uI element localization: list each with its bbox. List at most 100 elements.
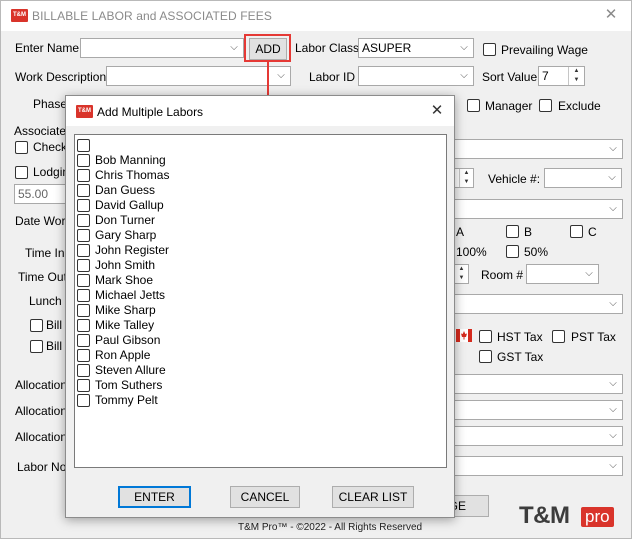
spin-down-icon[interactable]: ▼ [569, 76, 584, 85]
spinner-buttons[interactable]: ▲ ▼ [459, 169, 473, 187]
prevailing-wage-checkbox[interactable] [483, 43, 496, 56]
lodging-checkbox[interactable] [15, 166, 28, 179]
c-checkbox[interactable] [570, 225, 583, 238]
b-checkbox[interactable] [506, 225, 519, 238]
canada-flag-icon [456, 329, 472, 342]
list-item-label: Michael Jetts [95, 288, 166, 302]
list-item-checkbox[interactable] [77, 139, 90, 152]
list-item-checkbox[interactable] [77, 334, 90, 347]
associated-label: Associated [14, 124, 73, 138]
sort-value-spinner[interactable]: 7 ▲ ▼ [538, 66, 585, 86]
list-item-checkbox[interactable] [77, 289, 90, 302]
chevron-down-icon: ⌵ [585, 268, 593, 279]
list-item-label: John Register [95, 243, 170, 257]
time-in-label: Time In [25, 246, 65, 260]
list-item-checkbox[interactable] [77, 169, 90, 182]
date-work-combo[interactable]: ⌵ [449, 199, 623, 219]
labor-id-combo[interactable]: ⌵ [358, 66, 474, 86]
list-item-label: Dan Guess [95, 183, 156, 197]
associated-combo[interactable]: ⌵ [449, 139, 623, 159]
list-item-checkbox[interactable] [77, 319, 90, 332]
close-icon[interactable]: ✕ [426, 100, 448, 122]
enter-button[interactable]: ENTER [118, 486, 191, 508]
list-item-label: Bob Manning [95, 153, 166, 167]
footer-text: T&M Pro™ - ©2022 - All Rights Reserved [238, 522, 423, 533]
vehicle-combo[interactable]: ⌵ [544, 168, 622, 188]
allocation-combo-3[interactable]: ⌵ [449, 426, 623, 446]
manager-label: Manager [485, 99, 533, 113]
list-item-checkbox[interactable] [77, 259, 90, 272]
allocation-combo-2[interactable]: ⌵ [449, 400, 623, 420]
window-title: BILLABLE LABOR and ASSOCIATED FEES [32, 9, 272, 23]
list-item-label: David Gallup [95, 198, 164, 212]
spin-down-icon[interactable]: ▼ [455, 274, 468, 283]
lunch-combo[interactable]: ⌵ [449, 294, 623, 314]
date-work-label: Date Work [15, 214, 72, 228]
room-label: Room # [481, 268, 524, 282]
dialog-logo-icon: T&M [76, 105, 93, 118]
close-icon[interactable]: ✕ [599, 4, 623, 26]
list-item-label: Mike Talley [95, 318, 155, 332]
amount-value: 55.00 [18, 187, 49, 201]
list-item-label: Steven Allure [95, 363, 166, 377]
list-item-label: Gary Sharp [95, 228, 157, 242]
bill-a-checkbox[interactable] [30, 340, 43, 353]
list-item-checkbox[interactable] [77, 214, 90, 227]
exclude-checkbox[interactable] [539, 99, 552, 112]
time-out-label: Time Out [18, 270, 67, 284]
gst-checkbox[interactable] [479, 350, 492, 363]
brand-tm: T&M [519, 502, 570, 529]
list-item-checkbox[interactable] [77, 184, 90, 197]
add-button-highlight [244, 34, 291, 62]
list-item-checkbox[interactable] [77, 229, 90, 242]
hst-checkbox[interactable] [479, 330, 492, 343]
labor-class-value: ASUPER [362, 41, 412, 55]
list-item-label: Chris Thomas [95, 168, 170, 182]
clear-list-button[interactable]: CLEAR LIST [332, 486, 414, 508]
list-item-checkbox[interactable] [77, 394, 90, 407]
labor-id-label: Labor ID [309, 70, 356, 84]
spin-up-icon[interactable]: ▲ [569, 67, 584, 76]
labor-checklist[interactable]: Bob Manning Chris Thomas Dan Guess David Ga… [74, 134, 447, 468]
list-item-checkbox[interactable] [77, 244, 90, 257]
chevron-down-icon: ⌵ [609, 404, 617, 415]
pst-checkbox[interactable] [552, 330, 565, 343]
list-item-checkbox[interactable] [77, 379, 90, 392]
sort-value-label: Sort Value [482, 70, 538, 84]
room-combo[interactable]: ⌵ [526, 264, 599, 284]
labor-class-combo[interactable]: ASUPER ⌵ [358, 38, 474, 58]
spinner-buttons[interactable]: ▲ ▼ [454, 265, 468, 283]
work-description-combo[interactable]: ⌵ [106, 66, 291, 86]
pct50-checkbox[interactable] [506, 245, 519, 258]
cancel-button[interactable]: CANCEL [230, 486, 300, 508]
spin-down-icon[interactable]: ▼ [460, 178, 473, 187]
enter-name-label: Enter Name [15, 41, 80, 55]
list-item-checkbox[interactable] [77, 199, 90, 212]
spinner-buttons[interactable]: ▲ ▼ [568, 67, 584, 85]
labor-notes-combo[interactable]: ⌵ [449, 456, 623, 476]
list-item-checkbox[interactable] [77, 154, 90, 167]
list-item-label: Tom Suthers [95, 378, 163, 392]
allocation-combo-1[interactable]: ⌵ [449, 374, 623, 394]
enter-name-combo[interactable]: ⌵ [80, 38, 244, 58]
list-item-label: Mike Sharp [95, 303, 156, 317]
list-item-checkbox[interactable] [77, 304, 90, 317]
check-checkbox[interactable] [15, 141, 28, 154]
list-item-checkbox[interactable] [77, 349, 90, 362]
dialog-title: Add Multiple Labors [97, 105, 204, 119]
spin-up-icon[interactable]: ▲ [460, 169, 473, 178]
amount-field[interactable]: 55.00 [14, 184, 69, 204]
pst-label: PST Tax [571, 330, 616, 344]
manager-checkbox[interactable] [467, 99, 480, 112]
labor-class-label: Labor Class [295, 41, 360, 55]
spin-up-icon[interactable]: ▲ [455, 265, 468, 274]
prevailing-wage-label: Prevailing Wage [501, 43, 588, 57]
c-label: C [588, 225, 597, 239]
list-item-checkbox[interactable] [77, 364, 90, 377]
list-item-checkbox[interactable] [77, 274, 90, 287]
title-bar: T&M BILLABLE LABOR and ASSOCIATED FEES ✕ [1, 1, 631, 31]
chevron-down-icon: ⌵ [460, 70, 468, 81]
chevron-down-icon: ⌵ [608, 172, 616, 183]
lunch-label: Lunch [29, 294, 62, 308]
bill-f-checkbox[interactable] [30, 319, 43, 332]
